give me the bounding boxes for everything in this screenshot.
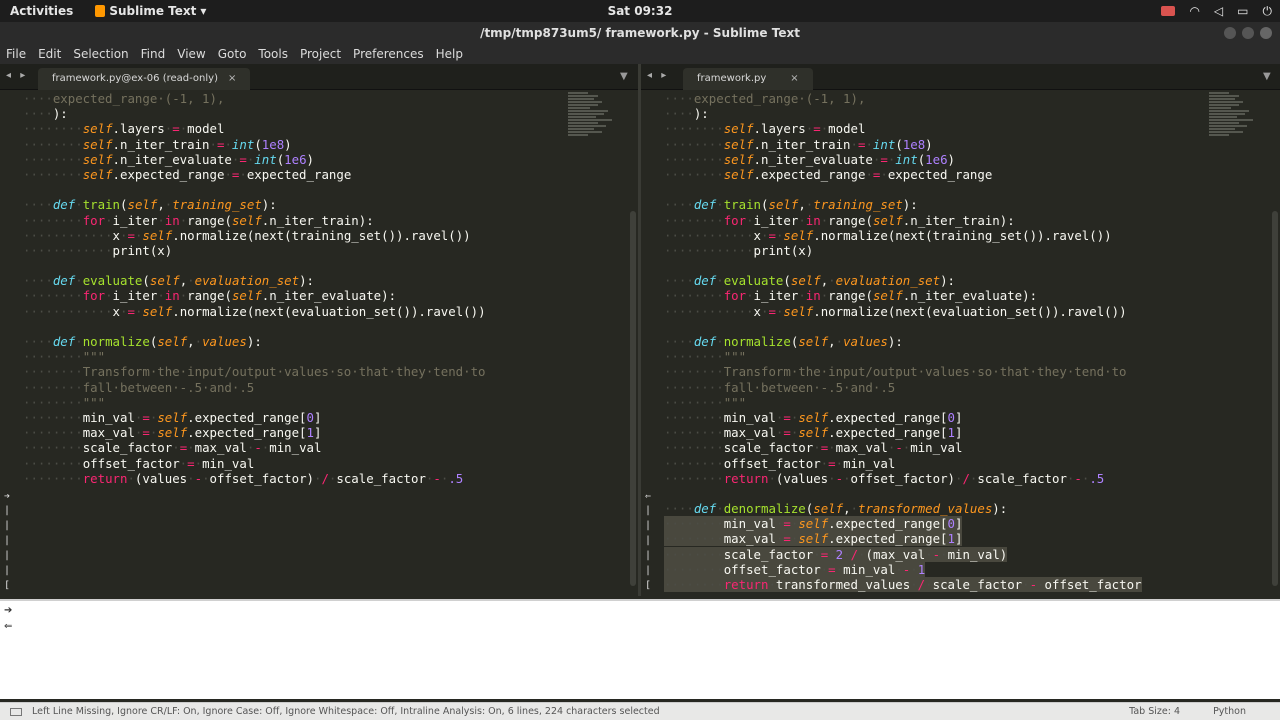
app-menu-button[interactable]: Sublime Text ▾ [95, 4, 206, 18]
diff-bar: | [645, 505, 652, 516]
tab-framework-readonly[interactable]: framework.py@ex-06 (read-only) × [38, 68, 251, 90]
tab-nav-arrows[interactable]: ◂ ▸ [647, 70, 669, 81]
system-tray[interactable]: ◠ ◁ ▭ ⏻ [1161, 4, 1272, 19]
diff-bar: [ [645, 580, 652, 591]
menu-view[interactable]: View [171, 47, 211, 61]
battery-icon[interactable]: ▭ [1237, 4, 1248, 18]
diff-bar: | [4, 535, 11, 546]
syntax-selector[interactable]: Python [1213, 703, 1246, 720]
tab-bar-right: ◂ ▸ framework.py × ▼ [641, 64, 1280, 90]
app-name: Sublime Text [109, 4, 197, 18]
status-bar: Left Line Missing, Ignore CR/LF: On, Ign… [0, 702, 1280, 720]
menu-project[interactable]: Project [294, 47, 347, 61]
editor-pane-left[interactable]: ➔ | | | | | [ ····expected_range·(-1, 1)… [0, 91, 638, 596]
tab-dropdown-icon[interactable]: ▼ [620, 71, 628, 82]
menu-help[interactable]: Help [430, 47, 469, 61]
editor-pane-right[interactable]: ⇐ | | | | | [ ····expected_range·(-1, 1)… [641, 91, 1280, 596]
tab-dropdown-icon[interactable]: ▼ [1263, 71, 1271, 82]
tab-bar-left: ◂ ▸ framework.py@ex-06 (read-only) × ▼ [0, 64, 638, 90]
tab-label: framework.py@ex-06 (read-only) [52, 73, 218, 84]
diff-bar: | [4, 520, 11, 531]
clock[interactable]: Sat 09:32 [608, 4, 673, 18]
tab-size-selector[interactable]: Tab Size: 4 [1129, 703, 1180, 720]
scrollbar[interactable] [630, 211, 636, 586]
diff-bar: | [4, 565, 11, 576]
diff-bar: | [645, 535, 652, 546]
system-top-bar: Activities Sublime Text ▾ Sat 09:32 ◠ ◁ … [0, 0, 1280, 22]
window-controls [1224, 27, 1272, 39]
menu-tools[interactable]: Tools [252, 47, 294, 61]
power-icon[interactable]: ⏻ [1263, 4, 1273, 19]
menu-bar: File Edit Selection Find View Goto Tools… [0, 44, 1280, 64]
close-icon[interactable]: × [228, 73, 236, 84]
tab-label: framework.py [697, 73, 767, 84]
panel-toggle-icon[interactable] [10, 708, 22, 716]
gutter: ➔ | | | | | [ [0, 91, 22, 596]
arrow-right-icon: ➔ [4, 605, 13, 616]
activities-button[interactable]: Activities [0, 4, 83, 18]
minimap[interactable] [1209, 91, 1261, 151]
menu-goto[interactable]: Goto [212, 47, 253, 61]
diff-arrow-icon: ➔ [4, 491, 11, 502]
code-right[interactable]: ····expected_range·(-1, 1), ····): ·······… [664, 91, 1142, 592]
output-panel[interactable]: ➔ ⇐ [0, 599, 1280, 699]
wifi-icon[interactable]: ◠ [1189, 4, 1199, 18]
diff-bar: | [4, 550, 11, 561]
gutter: ⇐ | | | | | [ [641, 91, 663, 596]
camera-icon[interactable] [1161, 6, 1176, 16]
minimap[interactable] [568, 91, 620, 151]
menu-edit[interactable]: Edit [32, 47, 67, 61]
code-left[interactable]: ····expected_range·(-1, 1), ····): ·······… [23, 91, 486, 486]
diff-bar: | [645, 565, 652, 576]
menu-preferences[interactable]: Preferences [347, 47, 430, 61]
status-text: Left Line Missing, Ignore CR/LF: On, Ign… [32, 706, 660, 717]
menu-file[interactable]: File [0, 47, 32, 61]
menu-selection[interactable]: Selection [67, 47, 134, 61]
sublime-logo-icon [95, 5, 106, 17]
arrow-left-icon: ⇐ [4, 621, 13, 632]
scrollbar[interactable] [1272, 211, 1278, 586]
chevron-down-icon: ▾ [200, 4, 207, 18]
diff-bar: | [4, 505, 11, 516]
diff-bar: [ [4, 580, 11, 591]
close-window-button[interactable] [1260, 27, 1272, 39]
tab-framework[interactable]: framework.py × [683, 68, 813, 90]
diff-bar: | [645, 520, 652, 531]
volume-icon[interactable]: ◁ [1214, 4, 1223, 18]
menu-find[interactable]: Find [135, 47, 172, 61]
close-icon[interactable]: × [790, 73, 798, 84]
diff-arrow-icon: ⇐ [645, 491, 652, 502]
diff-bar: | [645, 550, 652, 561]
window-title-bar: /tmp/tmp873um5/ framework.py - Sublime T… [0, 22, 1280, 44]
minimize-button[interactable] [1224, 27, 1236, 39]
window-title: /tmp/tmp873um5/ framework.py - Sublime T… [480, 26, 800, 40]
tab-nav-arrows[interactable]: ◂ ▸ [6, 70, 28, 81]
maximize-button[interactable] [1242, 27, 1254, 39]
